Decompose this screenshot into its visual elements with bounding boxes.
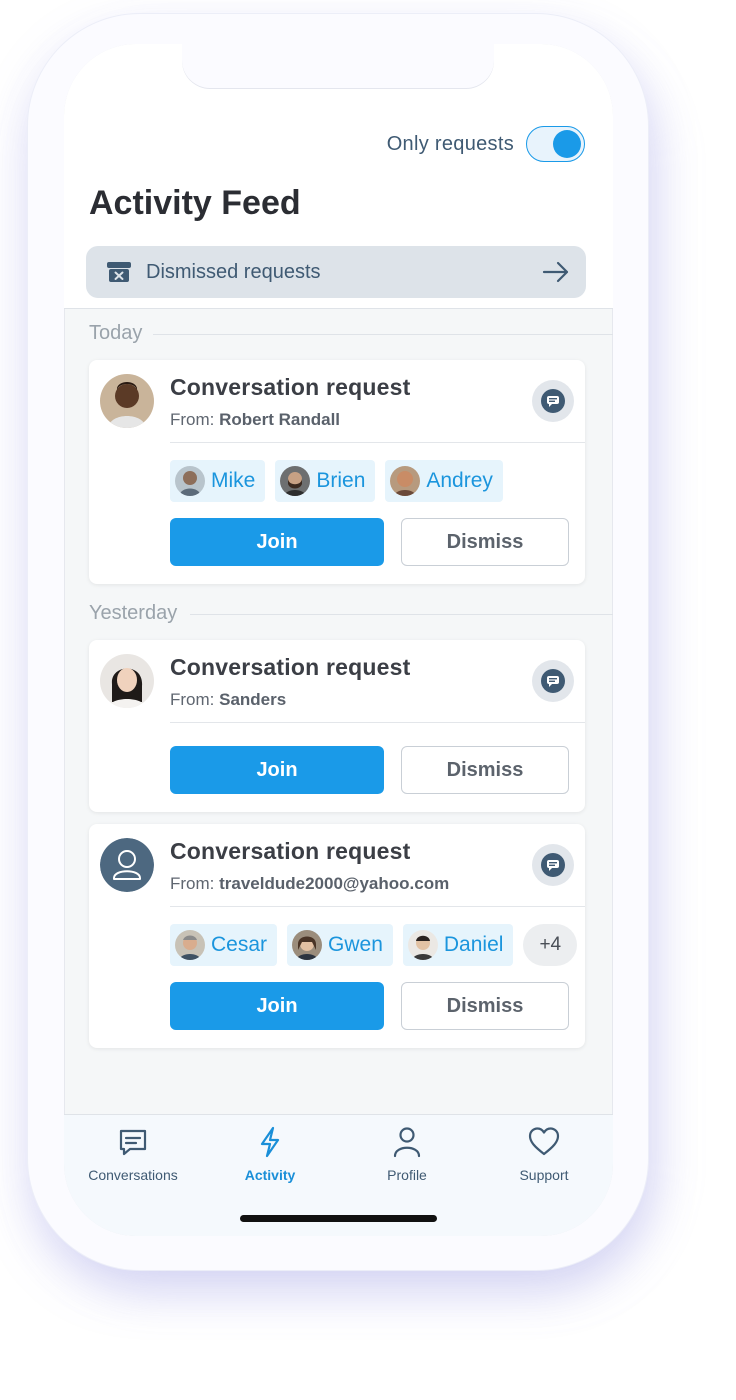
avatar <box>100 374 154 428</box>
chat-badge <box>532 380 574 422</box>
avatar <box>100 838 154 892</box>
dismissed-requests-label: Dismissed requests <box>146 260 321 283</box>
sender-avatar-image <box>100 374 154 428</box>
tab-support[interactable]: Support <box>475 1125 613 1183</box>
tab-label: Activity <box>244 1167 296 1183</box>
more-participants-chip[interactable]: +4 <box>523 924 578 966</box>
tab-profile[interactable]: Profile <box>338 1125 476 1183</box>
default-user-avatar-icon <box>100 838 154 892</box>
participant-name: Cesar <box>211 933 268 956</box>
dismiss-button[interactable]: Dismiss <box>401 518 569 566</box>
only-requests-toggle-row: Only requests <box>387 126 585 162</box>
participant-avatar <box>175 930 205 960</box>
dismiss-button[interactable]: Dismiss <box>401 746 569 794</box>
archive-bin-icon <box>107 262 131 282</box>
participant-avatar <box>175 466 205 496</box>
header-divider <box>64 308 613 309</box>
participant-name: Daniel <box>443 933 504 956</box>
join-button[interactable]: Join <box>170 518 384 566</box>
join-button[interactable]: Join <box>170 982 384 1030</box>
tab-label: Support <box>519 1167 569 1183</box>
request-card: Conversation request From: Robert Randal… <box>89 360 585 584</box>
participant-avatar <box>390 466 421 496</box>
participant-chips: Mike Brien Andrey <box>170 460 503 502</box>
sender-avatar-image <box>100 654 154 708</box>
from-prefix: From: <box>170 410 220 429</box>
section-label-yesterday: Yesterday <box>89 602 178 624</box>
tab-bar: Conversations Activity Profile Support <box>64 1114 613 1236</box>
card-from: From: traveldude2000@yahoo.com <box>170 874 449 894</box>
tab-conversations[interactable]: Conversations <box>64 1125 202 1183</box>
participant-avatar <box>292 930 323 960</box>
tab-label: Profile <box>387 1167 427 1183</box>
section-divider <box>190 614 613 615</box>
participant-chip[interactable]: Andrey <box>385 460 503 502</box>
chat-bubble-icon <box>541 389 565 413</box>
dismissed-requests-button[interactable]: Dismissed requests <box>86 246 586 298</box>
participant-avatar <box>407 930 438 960</box>
card-title: Conversation request <box>170 374 411 400</box>
participant-name: Gwen <box>328 933 383 956</box>
from-prefix: From: <box>170 874 220 893</box>
card-divider <box>170 906 585 907</box>
chat-bubble-icon <box>541 853 565 877</box>
participant-chip[interactable]: Brien <box>275 460 376 502</box>
card-from: From: Sanders <box>170 690 286 710</box>
card-title: Conversation request <box>170 654 411 680</box>
header-area: Only requests Activity Feed Dismissed re… <box>64 44 613 308</box>
from-name: Sanders <box>219 690 287 709</box>
tab-label: Conversations <box>88 1167 178 1183</box>
participant-name: Brien <box>316 469 366 492</box>
page-title: Activity Feed <box>89 184 301 222</box>
participant-name: Andrey <box>426 469 493 492</box>
from-prefix: From: <box>170 690 220 709</box>
tab-activity[interactable]: Activity <box>201 1125 339 1183</box>
avatar <box>100 654 154 708</box>
person-icon <box>393 1127 421 1158</box>
phone-screen: Only requests Activity Feed Dismissed re… <box>64 44 613 1236</box>
from-name: traveldude2000@yahoo.com <box>219 874 450 893</box>
only-requests-toggle[interactable] <box>526 126 585 162</box>
only-requests-label: Only requests <box>386 132 514 155</box>
chat-badge <box>532 844 574 886</box>
from-name: Robert Randall <box>219 410 341 429</box>
participant-chip[interactable]: Gwen <box>287 924 393 966</box>
chat-icon <box>119 1129 147 1156</box>
participant-name: Mike <box>211 469 256 492</box>
home-indicator <box>240 1215 437 1222</box>
arrow-right-icon <box>542 261 569 283</box>
participant-avatar <box>280 466 311 496</box>
participant-chip[interactable]: Mike <box>170 460 266 502</box>
more-participants-count: +4 <box>539 934 562 955</box>
card-from: From: Robert Randall <box>170 410 340 430</box>
card-title: Conversation request <box>170 838 411 864</box>
join-button[interactable]: Join <box>170 746 384 794</box>
card-divider <box>170 722 585 723</box>
chat-badge <box>532 660 574 702</box>
dismiss-button[interactable]: Dismiss <box>401 982 569 1030</box>
toggle-knob <box>553 130 581 158</box>
lightning-icon <box>260 1126 280 1158</box>
participant-chip[interactable]: Cesar <box>170 924 278 966</box>
chat-bubble-icon <box>541 669 565 693</box>
notch <box>182 44 494 88</box>
section-label-today: Today <box>89 322 143 344</box>
participant-chip[interactable]: Daniel <box>402 924 514 966</box>
participant-chips: Cesar Gwen Daniel +4 <box>170 924 578 966</box>
request-card: Conversation request From: Sanders Join … <box>89 640 585 812</box>
section-divider <box>153 334 613 335</box>
heart-icon <box>528 1127 560 1156</box>
card-divider <box>170 442 585 443</box>
request-card: Conversation request From: traveldude200… <box>89 824 585 1048</box>
